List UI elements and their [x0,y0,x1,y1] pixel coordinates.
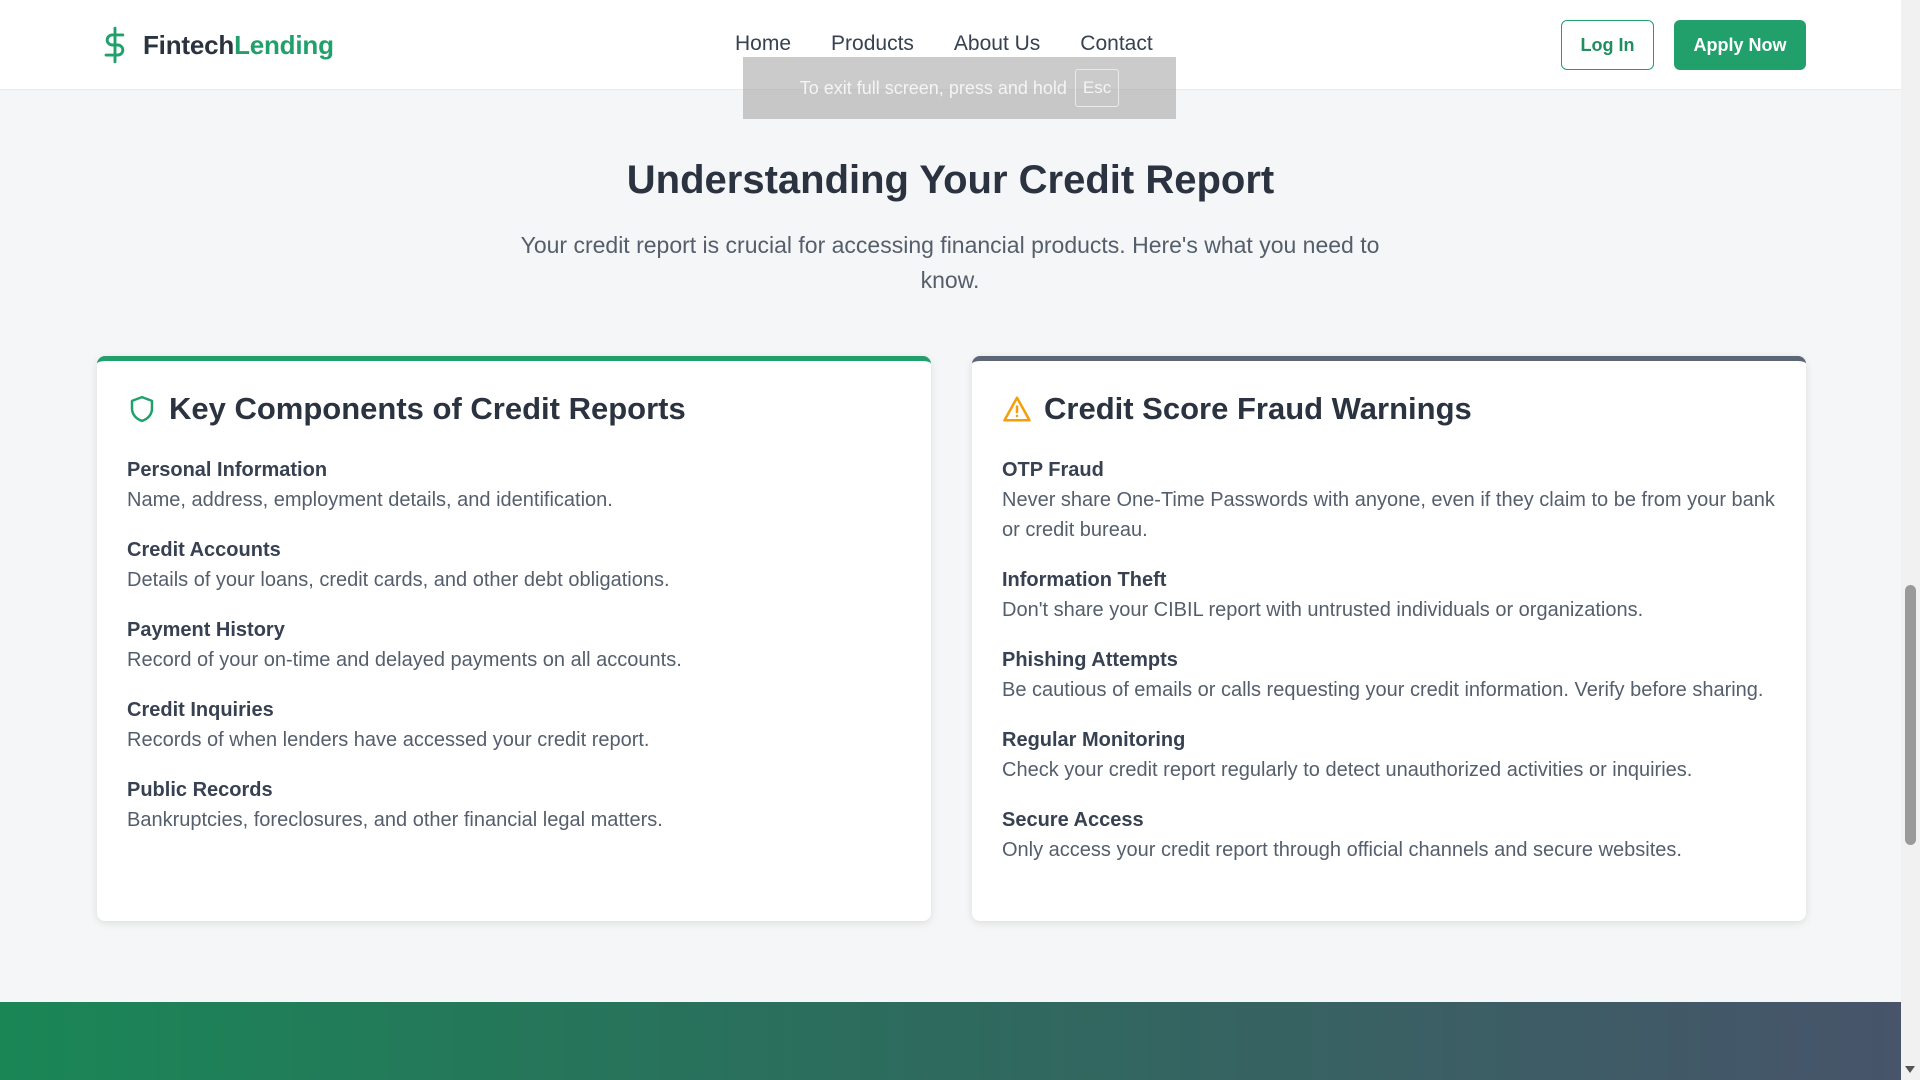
item-description: Bankruptcies, foreclosures, and other fi… [127,809,663,831]
item-description: Name, address, employment details, and i… [127,489,613,511]
page-subtitle: Your credit report is crucial for access… [520,232,1380,293]
list-item: Personal Information Name, address, empl… [127,455,901,515]
item-description: Never share One-Time Passwords with anyo… [1002,489,1775,541]
item-description: Be cautious of emails or calls requestin… [1002,679,1764,701]
components-card-header: Key Components of Credit Reports [127,391,901,427]
item-title: Public Records [127,779,273,801]
item-description: Don't share your CIBIL report with untru… [1002,599,1644,621]
shield-icon [130,395,154,423]
item-description: Only access your credit report through o… [1002,839,1682,861]
list-item: Payment History Record of your on-time a… [127,615,901,675]
item-title: Regular Monitoring [1002,729,1186,751]
scrollbar-thumb[interactable] [1905,585,1916,845]
scroll-down-arrow-icon[interactable] [1905,1066,1915,1073]
warning-icon [1003,396,1031,422]
fullscreen-notice-text: To exit full screen, press and hold [799,77,1067,98]
nav-products[interactable]: Products [831,32,914,56]
fraud-warnings-card: Credit Score Fraud Warnings OTP Fraud Ne… [972,356,1806,921]
list-item: Public Records Bankruptcies, foreclosure… [127,775,901,835]
dollar-icon [104,26,125,64]
login-button[interactable]: Log In [1561,20,1654,70]
item-title: OTP Fraud [1002,459,1104,481]
item-description: Check your credit report regularly to de… [1002,759,1693,781]
item-title: Phishing Attempts [1002,649,1178,671]
apply-now-button[interactable]: Apply Now [1674,20,1806,70]
fullscreen-exit-notice: To exit full screen, press and hold Esc [743,57,1176,119]
list-item: Information Theft Don't share your CIBIL… [1002,565,1776,625]
item-title: Payment History [127,619,285,641]
main-nav: Home Products About Us Contact [735,32,1153,56]
item-title: Credit Inquiries [127,699,274,721]
list-item: Credit Inquiries Records of when lenders… [127,695,901,755]
item-description: Details of your loans, credit cards, and… [127,569,670,591]
list-item: Phishing Attempts Be cautious of emails … [1002,645,1776,705]
brand-name: FintechLending [143,29,334,60]
item-title: Secure Access [1002,809,1144,831]
esc-key-hint: Esc [1074,69,1120,107]
list-item: Secure Access Only access your credit re… [1002,805,1776,865]
list-item: Credit Accounts Details of your loans, c… [127,535,901,595]
item-title: Information Theft [1002,569,1167,591]
item-description: Records of when lenders have accessed yo… [127,729,650,751]
components-card-title: Key Components of Credit Reports [169,391,686,426]
item-description: Record of your on-time and delayed payme… [127,649,682,671]
nav-home[interactable]: Home [735,32,791,56]
list-item: OTP Fraud Never share One-Time Passwords… [1002,455,1776,545]
components-card: Key Components of Credit Reports Persona… [97,356,931,921]
item-title: Credit Accounts [127,539,281,561]
item-title: Personal Information [127,459,328,481]
next-section-banner [0,1002,1901,1080]
fraud-card-header: Credit Score Fraud Warnings [1002,391,1776,427]
nav-about-us[interactable]: About Us [954,32,1040,56]
nav-contact[interactable]: Contact [1080,32,1152,56]
fraud-card-title: Credit Score Fraud Warnings [1044,391,1472,426]
list-item: Regular Monitoring Check your credit rep… [1002,725,1776,785]
brand-logo[interactable]: FintechLending [101,26,334,64]
page-title: Understanding Your Credit Report [626,158,1275,202]
page-scrollbar[interactable] [1901,0,1920,1080]
